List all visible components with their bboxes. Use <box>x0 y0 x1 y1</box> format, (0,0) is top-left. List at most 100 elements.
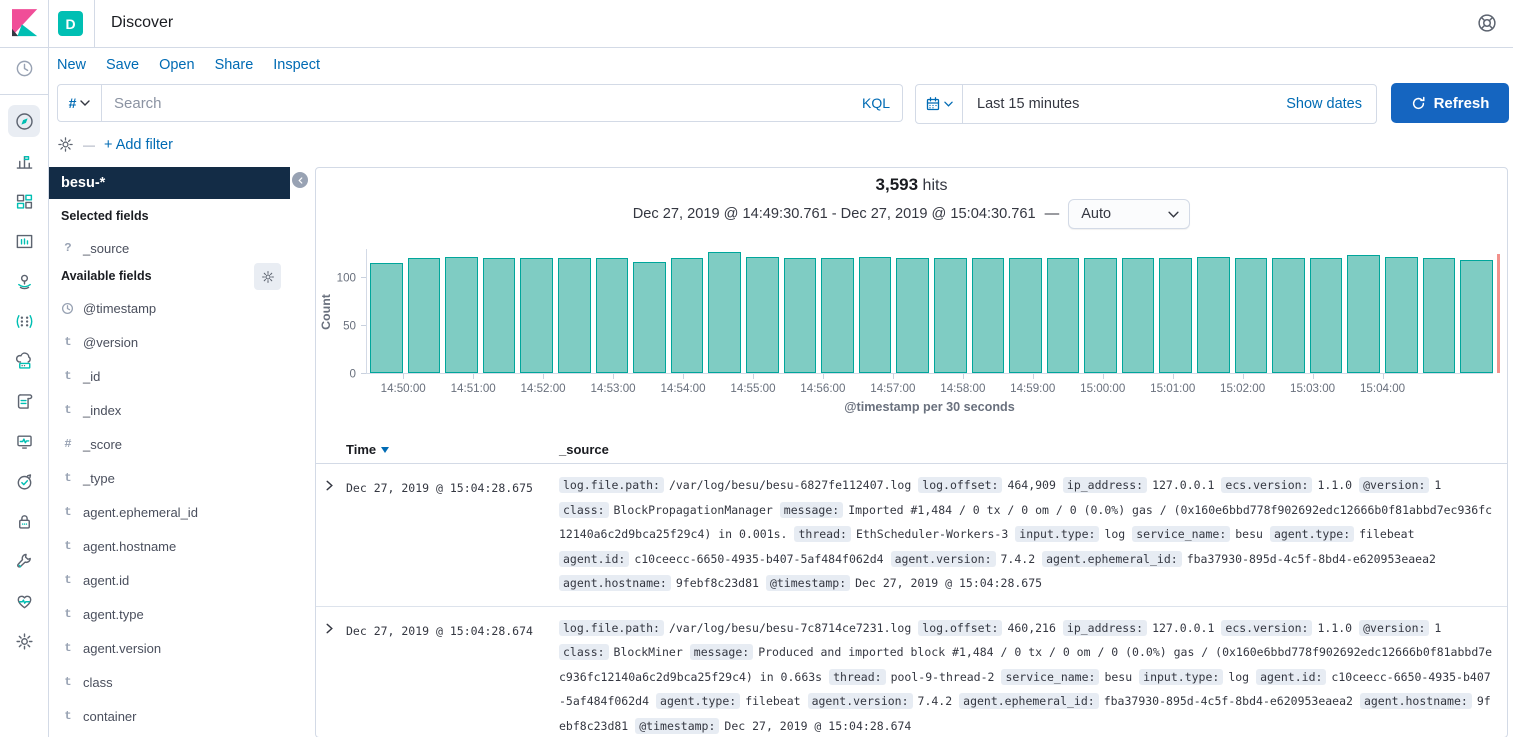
histogram-bar[interactable] <box>483 258 516 373</box>
nav-logs[interactable] <box>0 381 48 421</box>
source-field-badge: agent.type: <box>656 693 740 709</box>
x-axis-tick: 14:57:00 <box>870 382 915 395</box>
histogram-bar[interactable] <box>445 257 478 373</box>
histogram-bar[interactable] <box>1122 258 1155 373</box>
histogram-bar[interactable] <box>1084 258 1117 373</box>
histogram-bar[interactable] <box>1385 257 1418 373</box>
hits-summary: 3,593 hits <box>316 175 1507 195</box>
add-filter-button[interactable]: + Add filter <box>104 137 173 153</box>
nav-canvas[interactable] <box>0 221 48 261</box>
histogram-bar[interactable] <box>671 258 704 373</box>
toolbar-link-new[interactable]: New <box>57 57 86 73</box>
nav-dashboard[interactable] <box>0 181 48 221</box>
field-item-container[interactable]: tcontainer <box>61 699 281 733</box>
x-axis-tick: 15:04:00 <box>1360 382 1405 395</box>
search-input[interactable] <box>102 95 850 112</box>
field-item-_type[interactable]: t_type <box>61 461 281 495</box>
help-button[interactable] <box>1477 13 1497 33</box>
time-column-header[interactable]: Time <box>346 442 389 457</box>
histogram-bar[interactable] <box>1235 258 1268 373</box>
y-axis-tick: 0 <box>350 368 356 381</box>
x-axis-tick-mark <box>1103 374 1104 379</box>
histogram-bar[interactable] <box>1347 255 1380 373</box>
histogram-bar[interactable] <box>784 258 817 373</box>
histogram-bar[interactable] <box>859 257 892 373</box>
nav-maps[interactable] <box>0 261 48 301</box>
nav-stack-monitoring[interactable] <box>0 581 48 621</box>
source-field-value: /var/log/besu/besu-7c8714ce7231.log <box>669 621 911 635</box>
nav-dev-tools[interactable] <box>0 541 48 581</box>
nav-metrics[interactable] <box>0 341 48 381</box>
field-item-@timestamp[interactable]: @timestamp <box>61 291 281 325</box>
field-item-_score[interactable]: #_score <box>61 427 281 461</box>
x-axis-tick: 15:03:00 <box>1290 382 1335 395</box>
histogram-bar[interactable] <box>746 257 779 373</box>
histogram-bar[interactable] <box>1197 257 1230 373</box>
field-item-agent.ephemeral_id[interactable]: tagent.ephemeral_id <box>61 495 281 529</box>
source-field-value: 127.0.0.1 <box>1152 621 1214 635</box>
filter-type-button[interactable]: # <box>57 84 102 122</box>
histogram-bar[interactable] <box>596 258 629 373</box>
available-fields-list: @timestampt@versiont_idt_index#_scoret_t… <box>61 291 281 733</box>
field-item-agent.id[interactable]: tagent.id <box>61 563 281 597</box>
nav-machine-learning[interactable] <box>0 301 48 341</box>
histogram-bar[interactable] <box>408 258 441 373</box>
nav-discover[interactable] <box>0 101 48 141</box>
toolbar-link-save[interactable]: Save <box>106 57 139 73</box>
nav-recently-viewed[interactable] <box>0 48 48 88</box>
histogram-bar[interactable] <box>1310 258 1343 373</box>
time-range-value[interactable]: Last 15 minutes <box>963 96 1286 112</box>
calendar-dropdown-button[interactable] <box>916 85 963 123</box>
field-name: class <box>83 675 113 690</box>
histogram-bar[interactable] <box>708 252 741 373</box>
nav-apm[interactable] <box>0 421 48 461</box>
refresh-button[interactable]: Refresh <box>1391 83 1509 123</box>
x-axis-tick-mark <box>753 374 754 379</box>
toolbar-link-inspect[interactable]: Inspect <box>273 57 320 73</box>
toolbar-link-share[interactable]: Share <box>215 57 254 73</box>
expand-row-button[interactable] <box>323 479 337 493</box>
show-dates-button[interactable]: Show dates <box>1286 96 1376 112</box>
source-field-badge: input.type: <box>1015 526 1099 542</box>
histogram-bar[interactable] <box>1159 258 1192 373</box>
histogram-bar[interactable] <box>370 263 403 373</box>
fields-settings-button[interactable] <box>254 263 281 290</box>
nav-visualize[interactable] <box>0 141 48 181</box>
filter-gear-icon[interactable] <box>57 136 74 153</box>
x-axis-tick: 15:01:00 <box>1150 382 1195 395</box>
histogram-bar[interactable] <box>896 258 929 373</box>
collapse-sidebar-button[interactable] <box>292 172 308 188</box>
field-item-_index[interactable]: t_index <box>61 393 281 427</box>
histogram-bar[interactable] <box>1009 258 1042 373</box>
index-pattern-selector[interactable]: besu-* <box>49 167 290 199</box>
kql-language-button[interactable]: KQL <box>850 95 902 111</box>
interval-select[interactable]: Auto <box>1068 199 1190 229</box>
expand-row-button[interactable] <box>323 622 337 636</box>
nav-siem[interactable] <box>0 501 48 541</box>
histogram-bar[interactable] <box>633 262 666 374</box>
field-item-agent.hostname[interactable]: tagent.hostname <box>61 529 281 563</box>
field-item-_source[interactable]: ?_source <box>61 231 281 265</box>
histogram-bar[interactable] <box>1460 260 1493 374</box>
histogram-bar[interactable] <box>558 258 591 373</box>
logo-area[interactable] <box>0 0 48 48</box>
field-item-agent.type[interactable]: tagent.type <box>61 597 281 631</box>
rail-divider <box>0 94 48 95</box>
histogram-bar[interactable] <box>520 258 553 373</box>
nav-management[interactable] <box>0 621 48 661</box>
field-item-@version[interactable]: t@version <box>61 325 281 359</box>
y-axis-tick-mark <box>361 325 366 326</box>
histogram-bar[interactable] <box>1423 258 1456 373</box>
nav-rail <box>0 0 49 737</box>
histogram-bar[interactable] <box>972 258 1005 373</box>
histogram-bar[interactable] <box>1272 258 1305 373</box>
field-item-class[interactable]: tclass <box>61 665 281 699</box>
histogram-bar[interactable] <box>821 258 854 373</box>
field-item-_id[interactable]: t_id <box>61 359 281 393</box>
histogram-bar[interactable] <box>1047 258 1080 373</box>
nav-uptime[interactable] <box>0 461 48 501</box>
toolbar-link-open[interactable]: Open <box>159 57 194 73</box>
field-item-agent.version[interactable]: tagent.version <box>61 631 281 665</box>
histogram-bar[interactable] <box>934 258 967 373</box>
source-field-value: pool-9-thread-2 <box>891 670 995 684</box>
